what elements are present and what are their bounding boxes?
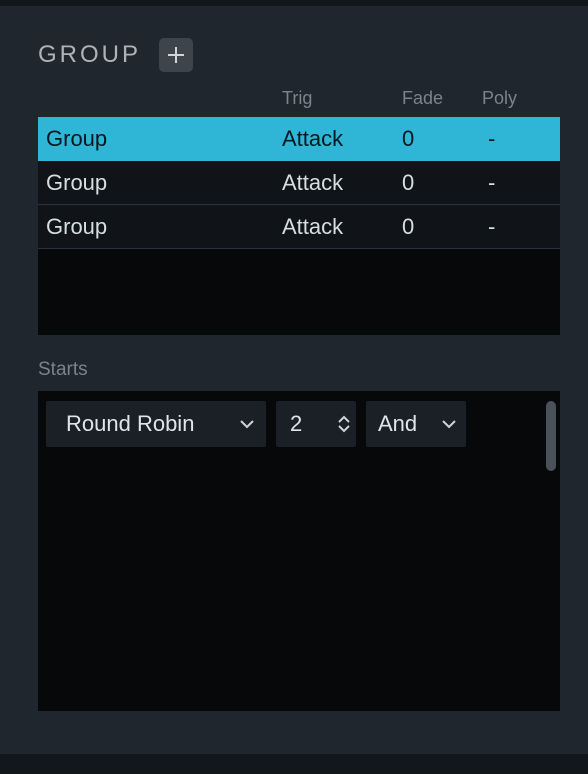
panel-divider-bottom [0, 754, 588, 774]
start-logic-dropdown[interactable]: And [366, 401, 466, 447]
start-count-stepper[interactable]: 2 [276, 401, 356, 447]
cell-fade: 0 [402, 214, 482, 240]
plus-icon [167, 46, 185, 64]
stepper-arrows[interactable] [338, 415, 350, 433]
starts-area: Round Robin 2 And [38, 391, 560, 711]
group-table: Group Attack 0 - Group Attack 0 - Group … [38, 117, 560, 335]
cell-poly: - [482, 126, 552, 152]
start-logic-value: And [378, 411, 417, 437]
column-header-name [46, 88, 282, 109]
column-header-trig: Trig [282, 88, 402, 109]
cell-poly: - [482, 170, 552, 196]
start-count-value: 2 [290, 411, 302, 437]
chevron-down-icon [238, 415, 256, 433]
table-row[interactable]: Group Attack 0 - [38, 117, 560, 161]
cell-poly: - [482, 214, 552, 240]
chevron-down-icon [338, 425, 350, 433]
cell-name: Group [46, 214, 282, 240]
table-column-headers: Trig Fade Poly [38, 88, 560, 117]
section-title: GROUP [38, 41, 141, 69]
chevron-up-icon [338, 415, 350, 423]
cell-fade: 0 [402, 126, 482, 152]
starts-label: Starts [38, 359, 560, 381]
cell-fade: 0 [402, 170, 482, 196]
group-panel: GROUP Trig Fade Poly Group Attack 0 - Gr… [0, 8, 588, 711]
start-mode-value: Round Robin [66, 411, 194, 437]
column-header-fade: Fade [402, 88, 482, 109]
cell-trig: Attack [282, 126, 402, 152]
start-mode-dropdown[interactable]: Round Robin [46, 401, 266, 447]
table-row[interactable]: Group Attack 0 - [38, 205, 560, 249]
table-row[interactable]: Group Attack 0 - [38, 161, 560, 205]
cell-trig: Attack [282, 214, 402, 240]
cell-name: Group [46, 126, 282, 152]
table-empty-area [38, 249, 560, 335]
column-header-poly: Poly [482, 88, 552, 109]
add-group-button[interactable] [159, 38, 193, 72]
cell-trig: Attack [282, 170, 402, 196]
scrollbar-thumb[interactable] [546, 401, 556, 471]
cell-name: Group [46, 170, 282, 196]
panel-divider-top [0, 0, 588, 6]
chevron-down-icon [440, 415, 458, 433]
group-header: GROUP [38, 38, 560, 72]
